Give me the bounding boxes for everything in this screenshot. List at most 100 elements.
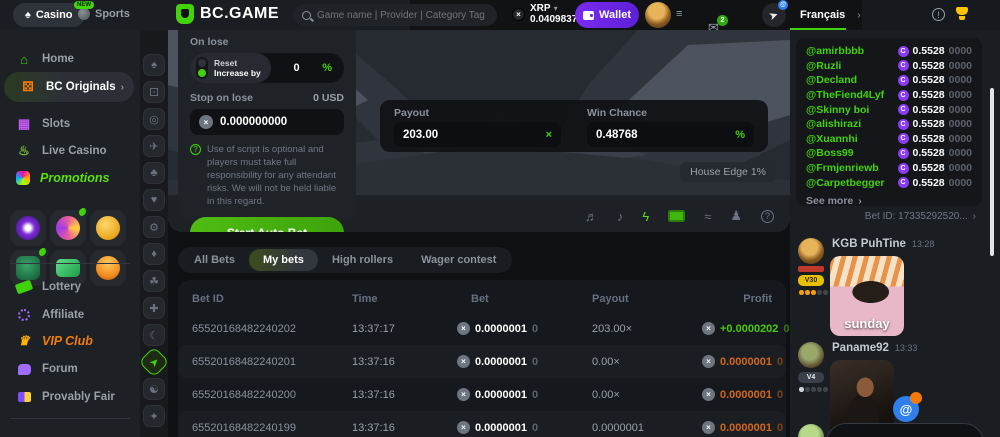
tab-wager-contest[interactable]: Wager contest [407,249,510,271]
on-lose-value[interactable]: 0 [293,62,299,74]
sidebar-item-forum[interactable]: Forum [0,356,140,382]
sidebar-item-promotions[interactable]: Promotions [0,165,140,191]
table-row[interactable]: 65520168482240199 13:37:16 ×0.00000010 0… [178,411,786,437]
chat-input[interactable] [826,423,984,437]
chat-scrollbar[interactable] [990,88,994,256]
promo-spin-wheel[interactable] [10,210,46,246]
sidebar-label: Provably Fair [42,391,115,403]
win-chance-input[interactable]: 0.48768 % [587,122,754,147]
start-auto-bet-button[interactable]: Start Auto Bet [190,217,344,232]
sidebar-item-lottery[interactable]: Lottery [0,274,140,300]
search-icon [302,11,311,20]
chat-avatar[interactable] [798,342,824,368]
rail-game-14[interactable]: ✦ [143,405,165,427]
payout-input[interactable]: 203.00 × [394,122,561,147]
winner-row[interactable]: @alishiraziC0.55280000 [806,117,972,132]
winner-row[interactable]: @amirbbbbC0.55280000 [806,44,972,59]
new-badge: NEW [74,1,94,9]
game-canvas: On lose Reset Increase by 0 % Stop on lo… [168,30,790,232]
xrp-coin-icon: × [702,322,715,335]
winner-row[interactable]: @CarpetbeggerC0.55280000 [806,175,972,190]
stop-usd-value: 0 USD [313,92,344,104]
bets-tabs: All Bets My bets High rollers Wager cont… [178,247,512,273]
info-icon[interactable]: ! [932,8,945,21]
sidebar-item-affiliate[interactable]: Affiliate [0,302,140,328]
chat-gif-sunday[interactable]: sunday [830,256,904,336]
xrp-coin-icon: × [457,322,470,335]
bet-id-link[interactable]: Bet ID: 17335292520... › [865,211,976,222]
user-avatar[interactable] [645,2,671,28]
sound-icon[interactable]: ♪ [617,209,624,224]
rail-game-9[interactable]: ☘ [143,270,165,292]
see-more-button[interactable]: See more› [806,195,972,207]
winner-row[interactable]: @Boss99C0.55280000 [806,146,972,161]
winner-row[interactable]: @DeclandC0.55280000 [806,73,972,88]
music-icon[interactable]: ♬ [585,209,598,224]
rail-game-7[interactable]: ⚙ [143,216,165,238]
tab-high-rollers[interactable]: High rollers [318,249,407,271]
winner-row[interactable]: @XuannhiC0.55280000 [806,132,972,147]
increase-by-label: Increase by [214,68,261,78]
rail-game-13[interactable]: ☯ [143,378,165,400]
rail-game-5[interactable]: ♣ [143,162,165,184]
rail-game-8[interactable]: ♦ [143,243,165,265]
col-profit: Profit [702,293,772,305]
table-row[interactable]: 65520168482240202 13:37:17 ×0.00000010 2… [178,312,786,345]
sidebar-item-provably-fair[interactable]: Provably Fair [0,384,140,410]
search-input[interactable] [317,10,488,21]
rail-game-6[interactable]: ♥ [143,189,165,211]
winner-amount: 0.5528 [913,147,945,159]
search-bar[interactable] [293,4,497,26]
promo-lucky-wheel[interactable] [50,210,86,246]
rail-game-2[interactable]: ⚀ [143,81,165,103]
mention-button[interactable]: @ [893,396,919,422]
tip-jar-icon[interactable]: ♟ [730,208,742,224]
jb-coin-icon: C [898,104,909,115]
turbo-icon[interactable]: ϟ [642,209,649,224]
winner-row[interactable]: @RuzliC0.55280000 [806,59,972,74]
chat-avatar[interactable] [798,238,824,264]
trend-icon[interactable]: ≈ [704,209,711,224]
help-icon[interactable]: ? [761,210,774,223]
bc-shield-icon [176,4,194,24]
winner-row[interactable]: @TheFiend4LyfC0.55280000 [806,88,972,103]
hotkeys-icon[interactable] [668,210,685,222]
bc-game-logo[interactable]: BC.GAME [176,4,279,24]
rail-game-4[interactable]: ✈ [143,135,165,157]
script-disclaimer: ? Use of script is optional and players … [190,143,344,208]
rail-game-1[interactable]: ♠ [143,54,165,76]
sidebar-item-bc-originals[interactable]: ⚄ BC Originals › [4,72,134,102]
chat-avatar[interactable] [798,424,824,437]
stop-on-lose-input[interactable]: × 0.000000000 [190,109,344,135]
rail-game-3[interactable]: ◎ [143,108,165,130]
trophy-icon[interactable] [956,7,968,20]
language-label: Français [800,9,845,21]
winner-row[interactable]: @Skinny boiC0.55280000 [806,102,972,117]
sidebar-item-slots[interactable]: ▦ Slots [0,111,140,137]
table-row[interactable]: 65520168482240200 13:37:16 ×0.00000010 0… [178,378,786,411]
winner-amount-dim: 0000 [949,45,972,57]
rail-game-rocket-active[interactable]: ➤ [138,346,169,377]
language-selector[interactable]: Français › [800,9,861,21]
sidebar-item-home[interactable]: ⌂ Home [0,46,140,72]
tab-all-bets[interactable]: All Bets [180,249,249,271]
sidebar-item-live-casino[interactable]: ♨ Live Casino [0,138,140,164]
tab-my-bets[interactable]: My bets [249,249,318,271]
sports-tab[interactable]: NEW Sports [78,8,130,20]
bet-amount-dim: 0 [532,356,538,368]
chat-toggle-button[interactable]: ➤ @ [762,3,786,27]
bet-profit: 0.0000001 [720,422,772,434]
bet-id: 65520168482240202 [192,323,352,335]
logo-text: BC.GAME [200,5,279,23]
balance-selector[interactable]: × XRP ▾ 0.04098372 [512,3,583,25]
reset-increase-toggle[interactable]: Reset Increase by [190,53,271,83]
wallet-button[interactable]: Wallet [575,2,639,28]
promo-piggy-bank[interactable] [90,210,126,246]
forum-icon [16,364,32,375]
sidebar-item-vip-club[interactable]: ♛ VIP Club [0,328,140,354]
winner-row[interactable]: @FrmjenriewbC0.55280000 [806,161,972,176]
game-icon: ☯ [149,383,159,396]
table-row[interactable]: 65520168482240201 13:37:16 ×0.00000010 0… [178,345,786,378]
rail-game-11[interactable]: ☾ [143,324,165,346]
rail-game-10[interactable]: ✚ [143,297,165,319]
